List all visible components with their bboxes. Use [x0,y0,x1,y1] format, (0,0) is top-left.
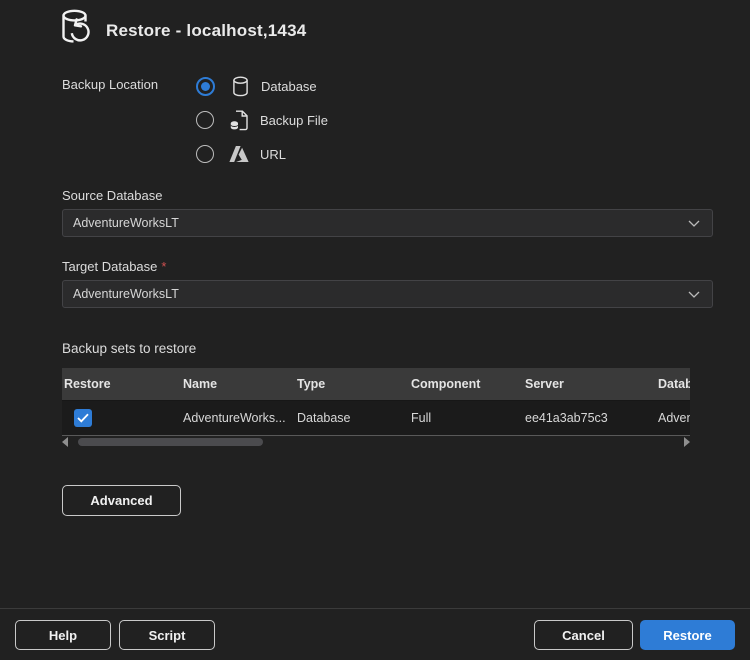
backup-location-label: Backup Location [62,77,158,92]
radio-button-backup-file[interactable] [196,111,214,129]
scrollbar-thumb[interactable] [78,438,263,446]
page-title: Restore - localhost,1434 [106,21,306,41]
radio-button-url[interactable] [196,145,214,163]
target-database-value: AdventureWorksLT [73,287,179,301]
column-header-database: Database [656,377,690,391]
radio-label-database: Database [261,79,317,94]
table-header-row: Restore Name Type Component Server Datab… [62,368,690,401]
radio-label-backup-file: Backup File [260,113,328,128]
radio-option-database[interactable]: Database [196,69,328,103]
database-cell: Adventu [656,411,690,425]
target-database-dropdown[interactable]: AdventureWorksLT [62,280,713,308]
backup-location-radio-group: Database Backup File [196,69,328,171]
footer-divider [0,608,750,609]
advanced-button[interactable]: Advanced [62,485,181,516]
source-database-value: AdventureWorksLT [73,216,179,230]
horizontal-scrollbar[interactable] [62,437,690,447]
restore-cell [62,409,181,427]
radio-option-backup-file[interactable]: Backup File [196,103,328,137]
column-header-type: Type [295,377,409,391]
backup-file-icon [228,110,250,131]
backup-sets-label: Backup sets to restore [62,341,196,356]
scroll-right-icon[interactable] [684,437,690,447]
chevron-down-icon [688,291,700,298]
type-cell: Database [295,411,409,425]
help-button[interactable]: Help [15,620,111,650]
source-database-label: Source Database [62,188,162,203]
target-database-label: Target Database* [62,259,166,274]
radio-label-url: URL [260,147,286,162]
component-cell: Full [409,411,523,425]
column-header-name: Name [181,377,295,391]
radio-button-database[interactable] [196,77,215,96]
restore-database-icon [57,7,95,49]
radio-option-url[interactable]: URL [196,137,328,171]
server-cell: ee41a3ab75c3 [523,411,656,425]
script-button[interactable]: Script [119,620,215,650]
cancel-button[interactable]: Cancel [534,620,633,650]
restore-checkbox[interactable] [74,409,92,427]
azure-url-icon [228,146,250,162]
column-header-server: Server [523,377,656,391]
column-header-component: Component [409,377,523,391]
table-row[interactable]: AdventureWorks... Database Full ee41a3ab… [62,401,690,436]
column-header-restore: Restore [62,377,181,391]
database-icon [229,76,251,97]
restore-button[interactable]: Restore [640,620,735,650]
check-icon [77,413,89,423]
chevron-down-icon [688,220,700,227]
source-database-dropdown[interactable]: AdventureWorksLT [62,209,713,237]
scroll-left-icon[interactable] [62,437,68,447]
scrollbar-track[interactable] [70,437,682,447]
name-cell: AdventureWorks... [181,411,295,425]
required-asterisk: * [161,259,166,274]
backup-sets-table: Restore Name Type Component Server Datab… [62,368,690,436]
restore-dialog: Restore - localhost,1434 Backup Location… [0,0,750,660]
